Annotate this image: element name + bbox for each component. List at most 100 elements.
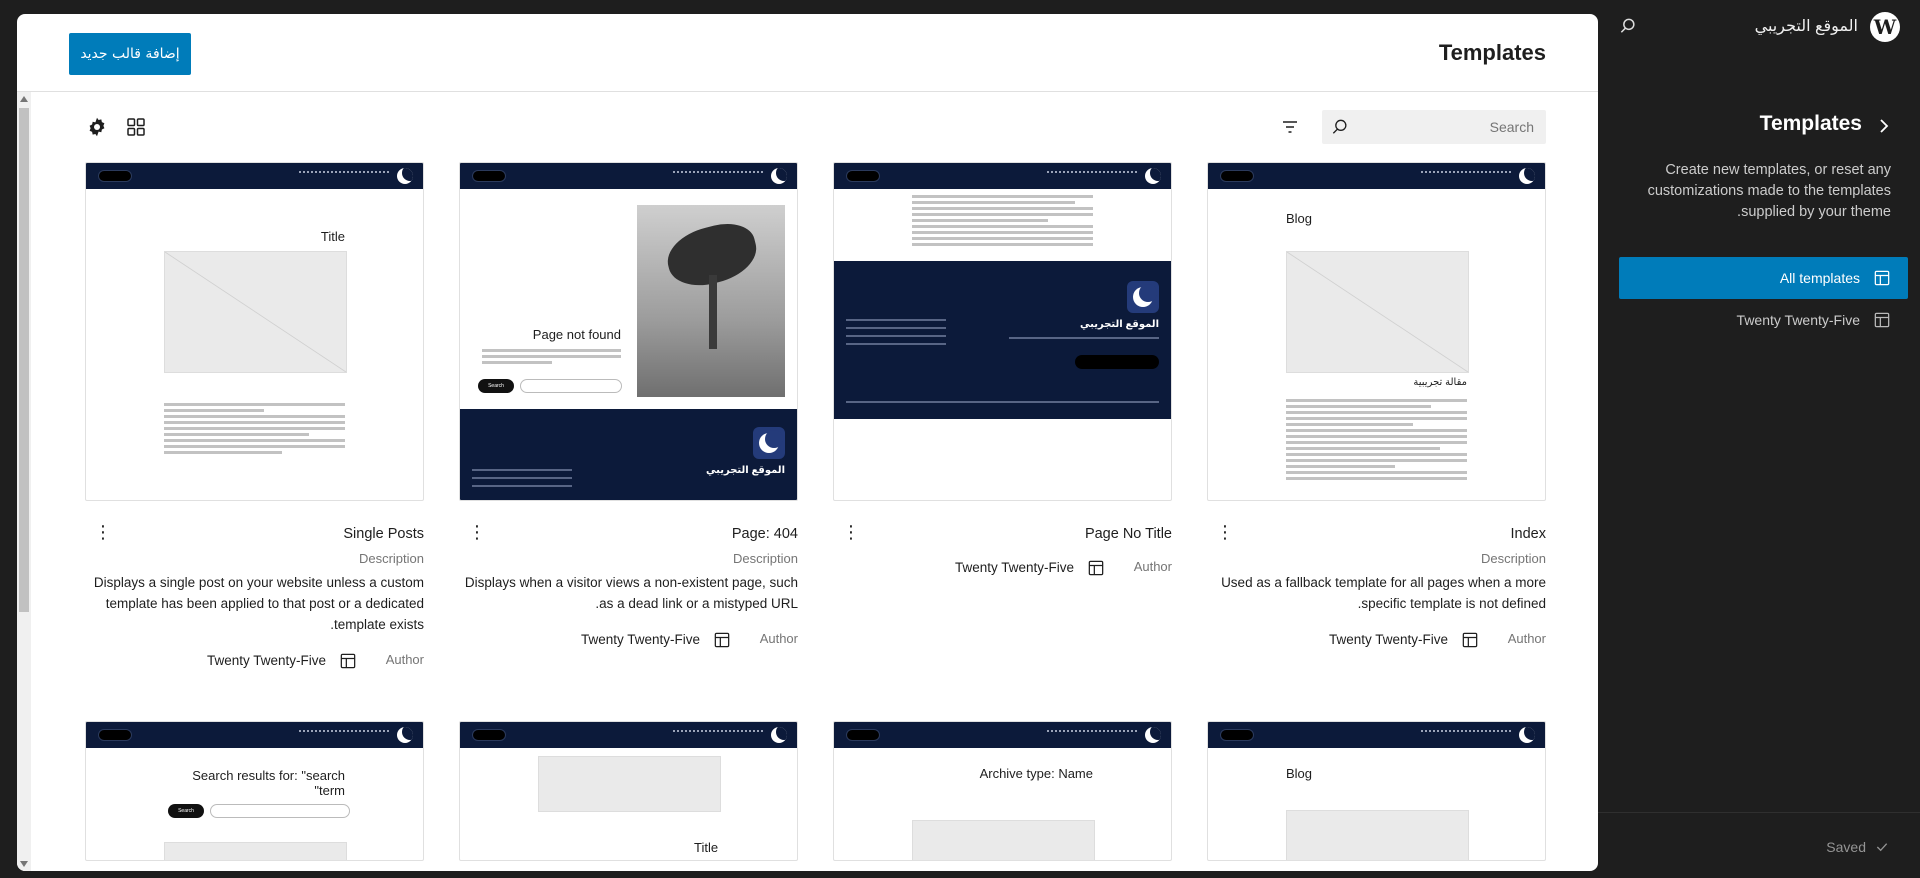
preview-subheading: مقالة تجريبية [1413, 377, 1467, 388]
sidebar-item-twenty-twenty-five[interactable]: Twenty Twenty-Five [1619, 299, 1908, 341]
site-hub: W الموقع التجريبي [1618, 12, 1900, 42]
preview-nav [834, 163, 1171, 189]
template-card-page[interactable]: Title [459, 721, 798, 861]
template-preview[interactable]: Title [459, 721, 798, 861]
template-card-page-404[interactable]: Page not found Search الموقع التجريبي Pa… [459, 162, 798, 648]
moon-logo-icon [1145, 727, 1161, 743]
layout-icon [1462, 632, 1478, 648]
template-preview[interactable]: Archive type: Name [833, 721, 1172, 861]
preview-heading: Blog [1286, 211, 1313, 226]
toolbar [69, 110, 1546, 144]
search-input[interactable] [1364, 110, 1534, 144]
sidebar-nav: All templates Twenty Twenty-Five [1619, 257, 1908, 341]
filter-icon[interactable] [1278, 115, 1302, 139]
author-label: Author [1507, 631, 1546, 646]
save-status: Saved [1826, 839, 1890, 855]
template-preview[interactable]: Blog [1207, 721, 1546, 861]
template-card-page-no-title[interactable]: الموقع التجريبي Page No Title ⋮ Author T… [833, 162, 1172, 576]
sidebar-item-label: All templates [1779, 270, 1860, 286]
author-value: Twenty Twenty-Five [206, 653, 326, 668]
moon-logo-icon [1519, 168, 1535, 184]
scrollbar[interactable] [17, 92, 31, 871]
scroll-up-arrow-icon[interactable] [20, 96, 28, 102]
more-actions-icon[interactable]: ⋮ [465, 520, 489, 544]
gear-icon[interactable] [85, 115, 109, 139]
more-actions-icon[interactable]: ⋮ [839, 520, 863, 544]
preview-search-button: Search [478, 379, 514, 393]
moon-logo-icon [1145, 168, 1161, 184]
scroll-down-arrow-icon[interactable] [20, 861, 28, 867]
preview-heading: Page not found [532, 327, 621, 342]
check-icon [1876, 843, 1888, 852]
preview-nav [86, 722, 423, 748]
preview-search-field [210, 804, 350, 818]
template-preview-index[interactable]: Blog مقالة تجريبية [1207, 162, 1546, 501]
scroll-thumb[interactable] [19, 108, 29, 612]
preview-nav [1208, 722, 1545, 748]
moon-logo-icon [1519, 727, 1535, 743]
preview-heading: Title [320, 229, 345, 244]
card-author: Author Twenty Twenty-Five [459, 628, 798, 652]
site-title[interactable]: الموقع التجريبي [1755, 16, 1858, 36]
description-label: Description [732, 551, 798, 566]
image-placeholder [1286, 810, 1469, 860]
sidebar-footer: Saved [1598, 812, 1920, 878]
preview-footer: الموقع التجريبي [834, 261, 1171, 419]
card-title[interactable]: Index [1511, 526, 1546, 542]
moon-logo-icon [771, 168, 787, 184]
preview-footer: الموقع التجريبي [460, 409, 797, 500]
card-title[interactable]: Page No Title [1085, 526, 1172, 542]
preview-heading: Archive type: Name [979, 766, 1093, 781]
more-actions-icon[interactable]: ⋮ [1213, 520, 1237, 544]
preview-heading: Search results for: "search term" [192, 768, 345, 798]
template-preview-single-posts[interactable]: Title [85, 162, 424, 501]
image-placeholder [1286, 251, 1469, 373]
page-title: Templates [1438, 40, 1546, 65]
template-card-blog-home[interactable]: Blog [1207, 721, 1546, 861]
chevron-right-icon[interactable] [1872, 114, 1896, 138]
moon-logo-icon [1127, 281, 1159, 313]
author-label: Author [759, 631, 798, 646]
description-label: Description [1480, 551, 1546, 566]
frame-header: Templates إضافة قالب جديد [17, 14, 1598, 92]
card-author: Author Twenty Twenty-Five [833, 556, 1172, 580]
author-value: Twenty Twenty-Five [1328, 632, 1448, 647]
card-author: Author Twenty Twenty-Five [85, 649, 424, 673]
template-preview[interactable]: Search results for: "search term" Search [85, 721, 424, 861]
preview-search-field [520, 379, 622, 393]
wordpress-logo-icon[interactable]: W [1870, 12, 1900, 42]
preview-nav [834, 722, 1171, 748]
moon-logo-icon [771, 727, 787, 743]
template-card-search[interactable]: Search results for: "search term" Search [85, 721, 424, 861]
author-value: Twenty Twenty-Five [580, 632, 700, 647]
preview-footer-title: الموقع التجريبي [1080, 319, 1159, 330]
add-new-template-button[interactable]: إضافة قالب جديد [69, 33, 191, 75]
layout-icon [714, 632, 730, 648]
template-card-single-posts[interactable]: Title Single Posts ⋮ Description Display… [85, 162, 424, 669]
sidebar-title: Templates [1759, 112, 1862, 135]
card-title[interactable]: Single Posts [343, 526, 424, 542]
template-preview-page-404[interactable]: Page not found Search الموقع التجريبي [459, 162, 798, 501]
saved-label: Saved [1826, 839, 1866, 855]
sidebar-item-all-templates[interactable]: All templates [1619, 257, 1908, 299]
sidebar: W الموقع التجريبي Templates Create new t… [1598, 0, 1920, 878]
more-actions-icon[interactable]: ⋮ [91, 520, 115, 544]
card-author: Author Twenty Twenty-Five [1207, 628, 1546, 652]
template-card-index[interactable]: Blog مقالة تجريبية Index ⋮ Description U… [1207, 162, 1546, 648]
sidebar-item-label: Twenty Twenty-Five [1736, 312, 1860, 328]
template-card-archive[interactable]: Archive type: Name [833, 721, 1172, 861]
author-label: Author [385, 652, 424, 667]
card-description: Used as a fallback template for all page… [1221, 575, 1546, 611]
preview-nav [460, 163, 797, 189]
search-box[interactable] [1322, 110, 1546, 144]
grid-layout-icon[interactable] [124, 115, 148, 139]
wordpress-logo-letter: W [1873, 15, 1897, 39]
layout-icon [1874, 312, 1890, 328]
card-title[interactable]: Page: 404 [732, 526, 798, 542]
card-description: Displays when a visitor views a non-exis… [464, 575, 798, 611]
search-icon[interactable] [1618, 16, 1638, 36]
image-placeholder [164, 842, 347, 860]
preview-footer-title: الموقع التجريبي [706, 465, 785, 476]
image-placeholder [538, 756, 721, 812]
template-preview-page-no-title[interactable]: الموقع التجريبي [833, 162, 1172, 501]
